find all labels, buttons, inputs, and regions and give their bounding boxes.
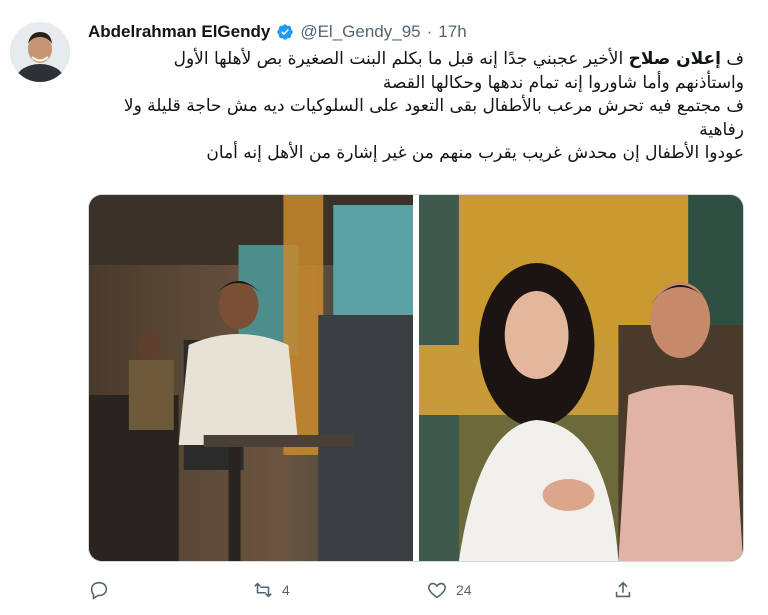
tweet-line-1-prefix: ف xyxy=(720,49,744,69)
tweet-actions: 4 24 xyxy=(88,572,744,608)
avatar-image xyxy=(10,22,70,82)
tweet-header: Abdelrahman ElGendy @El_Gendy_95 · 17h xyxy=(88,20,467,44)
like-icon xyxy=(428,582,446,599)
train-photo-right-image xyxy=(419,195,743,561)
like-count: 24 xyxy=(456,582,472,598)
retweet-button[interactable]: 4 xyxy=(252,579,290,601)
reply-icon xyxy=(90,581,108,600)
retweet-icon xyxy=(254,582,272,598)
reply-button[interactable] xyxy=(88,579,118,601)
train-photo-left-image xyxy=(89,195,413,561)
like-button[interactable]: 24 xyxy=(426,579,472,601)
tweet-line-3: ف مجتمع فيه تحرش مرعب بالأطفال بقى التعو… xyxy=(123,96,744,140)
verified-badge-icon xyxy=(276,23,294,41)
timestamp[interactable]: 17h xyxy=(438,22,466,42)
train-photo-right[interactable] xyxy=(419,195,743,561)
tweet: Abdelrahman ElGendy @El_Gendy_95 · 17h ف… xyxy=(0,0,768,615)
display-name[interactable]: Abdelrahman ElGendy xyxy=(88,22,270,42)
tweet-line-1: ف إعلان صلاح الأخير عجبني جدًا إنه قبل م… xyxy=(88,48,744,72)
tweet-text: ف إعلان صلاح الأخير عجبني جدًا إنه قبل م… xyxy=(88,48,744,166)
tweet-highlight: إعلان صلاح xyxy=(628,49,721,69)
tweet-line-1-rest: الأخير عجبني جدًا إنه قبل ما بكلم البنت … xyxy=(173,49,629,69)
train-photo-left[interactable] xyxy=(89,195,413,561)
handle[interactable]: @El_Gendy_95 xyxy=(300,22,420,42)
share-button[interactable] xyxy=(612,579,634,601)
retweet-count: 4 xyxy=(282,582,290,598)
tweet-media[interactable] xyxy=(88,194,744,562)
avatar[interactable] xyxy=(10,22,70,82)
separator: · xyxy=(426,22,433,41)
share-icon xyxy=(615,581,631,598)
tweet-line-2: واستأذنهم وأما شاوروا إنه تمام ندهها وحك… xyxy=(382,72,744,93)
tweet-line-4: عودوا الأطفال إن محدش غريب يقرب منهم من … xyxy=(206,143,744,163)
